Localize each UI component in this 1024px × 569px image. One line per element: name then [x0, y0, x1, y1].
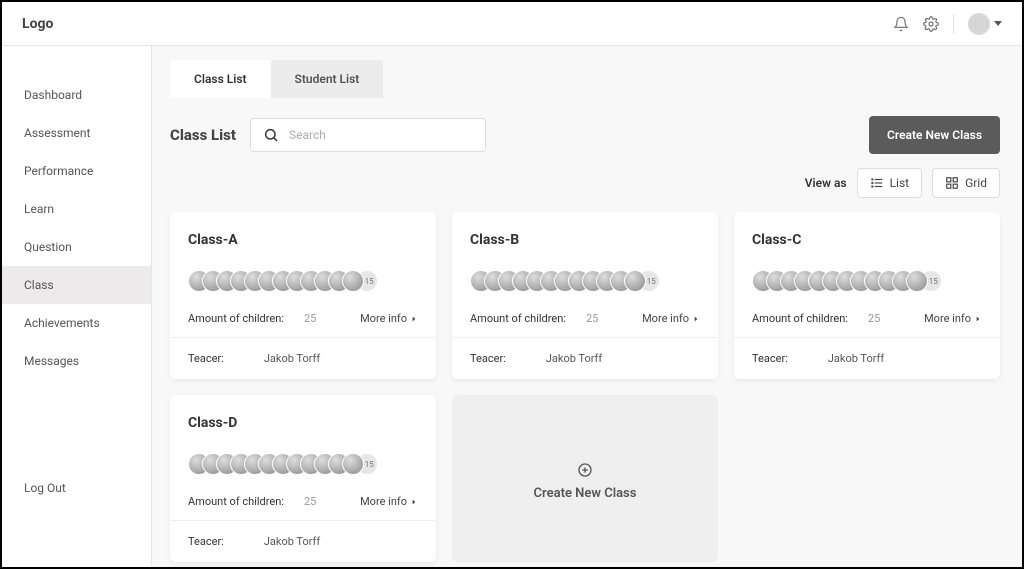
view-list-label: List [890, 176, 910, 190]
cards-grid: Class-A +15 Amount of children: 25 More info… [170, 212, 1000, 562]
page-title: Class List [170, 126, 236, 144]
children-value: 25 [586, 312, 598, 325]
sidebar-item-question[interactable]: Question [2, 228, 151, 266]
view-list-button[interactable]: List [857, 168, 923, 198]
student-avatar [342, 270, 364, 292]
sidebar-list: Dashboard Assessment Performance Learn Q… [2, 76, 151, 380]
children-value: 25 [304, 495, 316, 508]
sidebar-item-assessment[interactable]: Assessment [2, 114, 151, 152]
topbar: Logo [2, 2, 1022, 46]
chevron-down-icon [994, 21, 1002, 26]
chevron-right-icon [410, 315, 418, 323]
avatar-stack: +15 [470, 270, 700, 292]
teacher-row: Teacer: Jakob Torff [188, 535, 418, 548]
header-row: Class List Create New Class [170, 116, 1000, 154]
sidebar-item-performance[interactable]: Performance [2, 152, 151, 190]
student-avatar [624, 270, 646, 292]
more-info-link[interactable]: More info [360, 312, 418, 325]
content: Class List Student List Class List Creat… [152, 46, 1022, 567]
gear-icon[interactable] [923, 16, 939, 32]
children-label: Amount of children: [188, 312, 284, 325]
chevron-right-icon [410, 498, 418, 506]
class-card: Class-D +15 Amount of children: 25 More info… [170, 395, 436, 562]
avatar-stack: +15 [752, 270, 982, 292]
more-info-link[interactable]: More info [924, 312, 982, 325]
children-row: Amount of children: 25 More info [752, 312, 982, 325]
search-input[interactable] [289, 128, 473, 142]
view-grid-label: Grid [965, 176, 987, 190]
avatar-stack: +15 [188, 453, 418, 475]
search-icon [263, 127, 279, 143]
teacher-label: Teacer: [188, 352, 224, 365]
tabs: Class List Student List [170, 60, 1000, 98]
avatar [968, 13, 990, 35]
view-toggle: View as List Grid [170, 168, 1000, 198]
children-value: 25 [304, 312, 316, 325]
create-class-button[interactable]: Create New Class [869, 116, 1000, 154]
student-avatar [342, 453, 364, 475]
tab-student-list[interactable]: Student List [271, 60, 384, 98]
teacher-row: Teacer: Jakob Torff [188, 352, 418, 365]
view-grid-button[interactable]: Grid [932, 168, 1000, 198]
class-name: Class-B [470, 232, 700, 248]
children-row: Amount of children: 25 More info [188, 312, 418, 325]
teacher-label: Teacer: [752, 352, 788, 365]
chevron-right-icon [974, 315, 982, 323]
divider [170, 520, 436, 521]
teacher-label: Teacer: [188, 535, 224, 548]
search-box[interactable] [250, 118, 486, 152]
teacher-row: Teacer: Jakob Torff [470, 352, 700, 365]
more-info-link[interactable]: More info [360, 495, 418, 508]
chevron-right-icon [692, 315, 700, 323]
student-avatar [906, 270, 928, 292]
children-label: Amount of children: [188, 495, 284, 508]
teacher-label: Teacer: [470, 352, 506, 365]
sidebar-item-logout[interactable]: Log Out [2, 469, 151, 507]
children-label: Amount of children: [752, 312, 848, 325]
user-menu[interactable] [968, 13, 1002, 35]
avatar-stack: +15 [188, 270, 418, 292]
logo: Logo [22, 16, 53, 32]
children-row: Amount of children: 25 More info [470, 312, 700, 325]
sidebar-item-messages[interactable]: Messages [2, 342, 151, 380]
bell-icon[interactable] [893, 16, 909, 32]
class-name: Class-C [752, 232, 982, 248]
children-row: Amount of children: 25 More info [188, 495, 418, 508]
divider [734, 337, 1000, 338]
teacher-name: Jakob Torff [828, 352, 884, 365]
more-info-link[interactable]: More info [642, 312, 700, 325]
teacher-name: Jakob Torff [264, 535, 320, 548]
divider [452, 337, 718, 338]
class-card: Class-B +15 Amount of children: 25 More info… [452, 212, 718, 379]
class-card: Class-C +15 Amount of children: 25 More info… [734, 212, 1000, 379]
topbar-actions [893, 13, 1002, 35]
list-icon [870, 176, 884, 190]
sidebar-item-class[interactable]: Class [2, 266, 151, 304]
divider [953, 14, 954, 34]
grid-icon [945, 176, 959, 190]
class-card: Class-A +15 Amount of children: 25 More info… [170, 212, 436, 379]
divider [170, 337, 436, 338]
teacher-name: Jakob Torff [546, 352, 602, 365]
plus-circle-icon [577, 462, 593, 478]
sidebar: Dashboard Assessment Performance Learn Q… [2, 46, 152, 567]
sidebar-item-achievements[interactable]: Achievements [2, 304, 151, 342]
children-label: Amount of children: [470, 312, 566, 325]
create-class-card[interactable]: Create New Class [452, 395, 718, 562]
sidebar-item-dashboard[interactable]: Dashboard [2, 76, 151, 114]
teacher-row: Teacer: Jakob Torff [752, 352, 982, 365]
teacher-name: Jakob Torff [264, 352, 320, 365]
view-label: View as [805, 176, 847, 190]
class-name: Class-A [188, 232, 418, 248]
children-value: 25 [868, 312, 880, 325]
class-name: Class-D [188, 415, 418, 431]
sidebar-item-learn[interactable]: Learn [2, 190, 151, 228]
create-card-label: Create New Class [534, 486, 637, 501]
tab-class-list[interactable]: Class List [170, 60, 271, 98]
